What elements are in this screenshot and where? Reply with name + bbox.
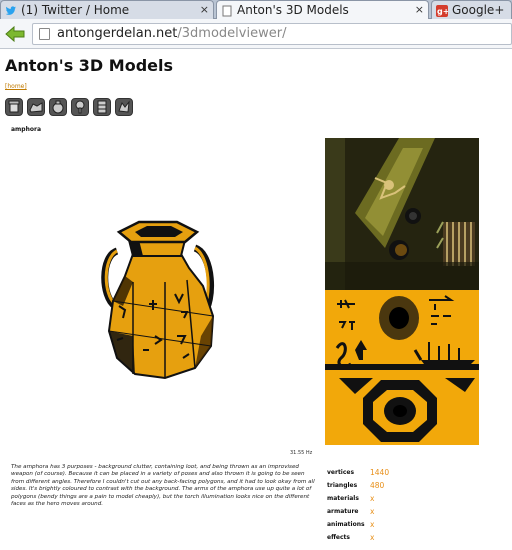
- model-icon-2[interactable]: [27, 98, 45, 116]
- tab-label: Google+: [452, 3, 505, 17]
- model-viewer-canvas[interactable]: [5, 136, 320, 458]
- tree-icon: [75, 100, 85, 114]
- home-link[interactable]: [home]: [5, 83, 27, 90]
- stat-row-animations: animations x: [327, 518, 447, 531]
- url-domain: antongerdelan.net: [57, 26, 178, 41]
- pot-icon: [52, 100, 64, 114]
- page-title: Anton's 3D Models: [5, 56, 174, 75]
- stat-row-effects: effects x: [327, 531, 447, 544]
- model-description: The amphora has 3 purposes - background …: [11, 464, 315, 508]
- url-path: /3dmodelviewer/: [177, 26, 287, 41]
- model-icon-4[interactable]: [71, 98, 89, 116]
- close-tab-icon[interactable]: ×: [200, 1, 209, 19]
- stat-value: x: [370, 533, 375, 542]
- google-plus-icon: g+: [436, 4, 449, 17]
- browser-toolbar: antongerdelan.net/3dmodelviewer/: [0, 19, 512, 49]
- stat-label: materials: [327, 495, 359, 502]
- page-icon: [39, 28, 50, 40]
- stat-value: x: [370, 520, 375, 529]
- stat-label: effects: [327, 534, 350, 541]
- twitter-icon: [5, 4, 17, 16]
- texture-image: [325, 138, 479, 445]
- tab-label: (1) Twitter / Home: [21, 3, 130, 17]
- tab-strip: (1) Twitter / Home × Anton's 3D Models ×…: [0, 0, 512, 20]
- model-icon-1[interactable]: [5, 98, 23, 116]
- stat-label: animations: [327, 521, 365, 528]
- model-icon-5[interactable]: [93, 98, 111, 116]
- svg-text:g+: g+: [437, 7, 448, 16]
- pillar-icon: [97, 100, 107, 114]
- stat-value: 480: [370, 481, 385, 490]
- model-stats: vertices 1440 triangles 480 materials x …: [327, 466, 447, 544]
- close-tab-icon[interactable]: ×: [415, 1, 424, 19]
- creature-icon: [118, 100, 130, 113]
- tower-icon: [8, 100, 20, 113]
- stat-row-triangles: triangles 480: [327, 479, 447, 492]
- stat-value: x: [370, 494, 375, 503]
- tab-google-plus[interactable]: g+ Google+: [431, 0, 512, 19]
- model-icon-6[interactable]: [115, 98, 133, 116]
- page-icon: [221, 4, 233, 17]
- rubble-icon: [29, 102, 43, 113]
- tab-antons-3d-models[interactable]: Anton's 3D Models ×: [216, 0, 429, 20]
- model-name: amphora: [11, 126, 41, 133]
- stat-label: armature: [327, 508, 359, 515]
- amphora-render: [101, 220, 215, 380]
- stat-row-materials: materials x: [327, 492, 447, 505]
- stat-label: vertices: [327, 469, 355, 476]
- web-page: Anton's 3D Models [home] amphora 31.55 H…: [0, 50, 512, 550]
- tab-label: Anton's 3D Models: [237, 3, 349, 17]
- stat-label: triangles: [327, 482, 358, 489]
- stat-row-vertices: vertices 1440: [327, 466, 447, 479]
- stat-value: x: [370, 507, 375, 516]
- back-arrow-icon: [5, 25, 25, 43]
- back-button[interactable]: [4, 24, 26, 44]
- frame-rate-readout: 31.55 Hz: [290, 450, 313, 456]
- address-bar[interactable]: antongerdelan.net/3dmodelviewer/: [32, 23, 512, 45]
- model-icon-3[interactable]: [49, 98, 67, 116]
- stat-row-armature: armature x: [327, 505, 447, 518]
- stat-value: 1440: [370, 468, 390, 477]
- tab-twitter[interactable]: (1) Twitter / Home ×: [0, 0, 214, 19]
